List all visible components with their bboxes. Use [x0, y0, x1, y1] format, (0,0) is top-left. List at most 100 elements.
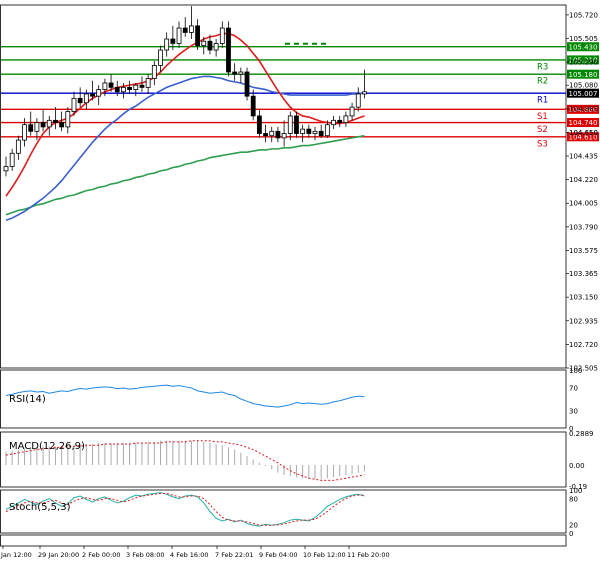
pivot-level-tag: S3 — [537, 139, 548, 149]
candle-body — [188, 25, 194, 33]
candle-body — [355, 93, 361, 108]
price-tick-label: 102.720 — [569, 341, 598, 349]
price-tag-label: 105.007 — [569, 90, 598, 98]
date-label: 2 Feb 00:00 — [82, 551, 121, 559]
candle-body — [300, 128, 306, 134]
price-tick-label: 104.435 — [569, 153, 598, 161]
candle-body — [306, 128, 312, 134]
candle-body — [3, 166, 9, 172]
price-tick-label: 103.365 — [569, 270, 598, 278]
candle-body — [59, 122, 65, 128]
pivot-level-tag: R2 — [537, 77, 548, 87]
candle-body — [40, 122, 46, 128]
candle-body — [256, 115, 262, 134]
candle-body — [182, 27, 188, 33]
candle-body — [145, 78, 151, 88]
candle-body — [343, 115, 349, 123]
candlesticks — [3, 6, 367, 177]
macd-label: MACD(12,26,9) — [9, 441, 85, 452]
indicator-pane-frame — [0, 489, 567, 534]
candle-body — [158, 49, 163, 66]
rsi-label: RSI(14) — [9, 394, 46, 405]
candle-body — [83, 93, 89, 104]
candle-body — [201, 40, 207, 47]
indicator-pane-frame — [0, 431, 567, 488]
stoch-tick-label: 80 — [569, 496, 578, 504]
candle-body — [108, 82, 114, 88]
candle-body — [170, 38, 176, 44]
candle-body — [312, 130, 318, 134]
date-label: 9 Feb 04:00 — [259, 551, 298, 559]
candle-body — [151, 65, 157, 79]
stoch-label: Stoch(5,5,3) — [9, 502, 71, 513]
candle-body — [114, 86, 120, 93]
candle-body — [349, 106, 355, 117]
candle-body — [65, 111, 71, 128]
price-tick-label: 104.650 — [569, 129, 598, 137]
price-tag-label: 105.180 — [569, 71, 598, 79]
price-tick-label: 105.080 — [569, 82, 598, 90]
candle-body — [34, 122, 40, 132]
candle-body — [71, 97, 77, 112]
candle-body — [263, 133, 268, 137]
candle-body — [77, 97, 83, 104]
candle-body — [22, 124, 27, 141]
price-tick-label: 102.505 — [569, 365, 598, 373]
ma-slow-line — [5, 134, 365, 216]
candle-body — [53, 119, 58, 123]
candle-body — [207, 40, 213, 51]
pivot-level-tag: R1 — [537, 96, 548, 106]
date-label: 4 Feb 16:00 — [170, 551, 209, 559]
pivot-level-tag: S1 — [537, 112, 548, 122]
candle-body — [213, 43, 219, 51]
price-tick-label: 105.720 — [569, 11, 598, 19]
candle-body — [287, 115, 293, 134]
candle-body — [318, 130, 324, 137]
stoch-tick-label: 0 — [569, 530, 573, 538]
price-tick-label: 104.005 — [569, 200, 598, 208]
candle-body — [164, 38, 170, 51]
indicator-pane-frame — [0, 369, 567, 429]
price-tick-label: 103.575 — [569, 247, 598, 255]
candle-body — [9, 152, 15, 167]
price-tick-label: 105.505 — [569, 35, 598, 43]
price-tick-label: 103.150 — [569, 294, 598, 302]
candle-body — [28, 124, 34, 132]
candle-body — [102, 82, 108, 90]
macd-tick-label: 0.2889 — [569, 430, 594, 438]
candle-body — [275, 130, 281, 139]
candle-body — [281, 133, 287, 139]
candle-body — [331, 119, 336, 126]
candle-body — [121, 86, 126, 93]
candle-body — [324, 124, 330, 137]
macd-tick-label: 0.00 — [569, 462, 585, 470]
candle-body — [195, 25, 200, 47]
candle-body — [226, 27, 231, 73]
candle-body — [46, 119, 52, 128]
date-label: 29 Jan 20:00 — [38, 551, 79, 559]
price-tag-label: 105.430 — [569, 43, 598, 51]
candle-body — [244, 71, 250, 97]
price-tick-label: 102.935 — [569, 317, 598, 325]
candle-body — [294, 115, 299, 134]
candle-body — [96, 89, 102, 97]
price-tick-label: 103.790 — [569, 223, 598, 231]
candle-body — [176, 27, 182, 44]
price-tag-label: 104.740 — [569, 119, 598, 127]
date-label: 10 Feb 12:00 — [303, 551, 346, 559]
candle-body — [269, 130, 275, 137]
candle-body — [133, 84, 139, 90]
price-tick-label: 105.290 — [569, 59, 598, 67]
date-label: 3 Feb 08:00 — [126, 551, 165, 559]
price-tick-label: 104.220 — [569, 176, 598, 184]
ma-fast-line — [5, 32, 365, 197]
candle-body — [15, 139, 21, 154]
candle-body — [337, 119, 343, 123]
date-label: Jan 12:00 — [0, 551, 32, 559]
date-label: 11 Feb 20:00 — [347, 551, 390, 559]
stoch-tick-label: 20 — [569, 521, 578, 529]
rsi-tick-label: 70 — [569, 384, 578, 392]
pivot-level-tag: S2 — [537, 125, 548, 135]
rsi-tick-label: 30 — [569, 408, 578, 416]
indicator-panes: RSI(14)10070300MACD(12,26,9)0.28890.00-0… — [0, 367, 594, 547]
